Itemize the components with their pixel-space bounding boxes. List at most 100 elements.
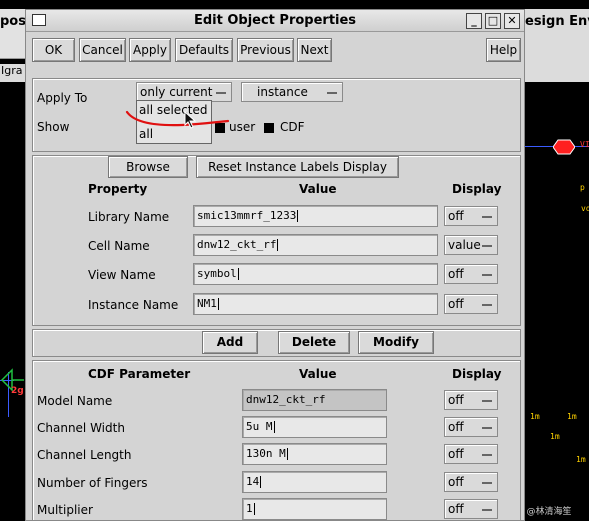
close-button[interactable]: ✕ xyxy=(504,13,520,29)
value-column-header: Value xyxy=(299,182,337,196)
apply-to-object-select[interactable]: instance xyxy=(241,82,343,102)
edit-object-properties-dialog: Edit Object Properties _ □ ✕ OK Cancel A… xyxy=(25,9,525,521)
cell-name-display-select[interactable]: value xyxy=(444,235,498,255)
text-cursor xyxy=(260,476,262,488)
add-property-button[interactable]: Add xyxy=(202,331,258,354)
title-bar[interactable]: Edit Object Properties _ □ ✕ xyxy=(26,10,524,32)
text-cursor xyxy=(253,503,255,515)
multiplier-label: Multiplier xyxy=(37,503,93,517)
modify-property-button[interactable]: Modify xyxy=(358,331,434,354)
number-of-fingers-value: 14 xyxy=(246,475,260,488)
view-name-field[interactable]: symbol xyxy=(193,263,438,285)
channel-width-display-select[interactable]: off xyxy=(444,417,498,437)
dropdown-indicator-icon xyxy=(482,274,492,276)
apply-to-label: Apply To xyxy=(37,91,88,105)
delete-property-button[interactable]: Delete xyxy=(278,331,350,354)
cancel-button[interactable]: Cancel xyxy=(79,38,126,62)
channel-length-label: Channel Length xyxy=(37,448,132,462)
channel-width-value: 5u M xyxy=(246,420,273,433)
library-name-field[interactable]: smic13mmrf_1233 xyxy=(193,205,438,227)
multiplier-field[interactable]: 1 xyxy=(242,498,387,520)
instance-name-field[interactable]: NM1 xyxy=(193,293,438,315)
defaults-button[interactable]: Defaults xyxy=(175,38,233,62)
text-cursor xyxy=(277,239,279,251)
reset-instance-labels-button[interactable]: Reset Instance Labels Display xyxy=(196,156,399,178)
background-label: p xyxy=(580,183,585,192)
instance-name-value: NM1 xyxy=(197,297,217,310)
instance-name-display-select[interactable]: off xyxy=(444,294,498,314)
dropdown-indicator-icon xyxy=(482,454,492,456)
annotation-underline xyxy=(125,110,230,127)
model-name-label: Model Name xyxy=(37,394,113,408)
number-of-fingers-label: Number of Fingers xyxy=(37,476,148,490)
cdf-parameter-column-header: CDF Parameter xyxy=(88,367,191,381)
dropdown-indicator-icon xyxy=(216,92,226,94)
text-cursor xyxy=(217,298,219,310)
text-cursor xyxy=(286,448,288,460)
channel-length-value: 130n M xyxy=(246,447,286,460)
multiplier-display-select[interactable]: off xyxy=(444,499,498,519)
background-label: 2g xyxy=(11,386,24,396)
number-of-fingers-field[interactable]: 14 xyxy=(242,471,387,493)
channel-length-display-select[interactable]: off xyxy=(444,444,498,464)
cdf-value-column-header: Value xyxy=(299,367,337,381)
dropdown-indicator-icon xyxy=(482,427,492,429)
view-name-display-select[interactable]: off xyxy=(444,264,498,284)
minimize-button[interactable]: _ xyxy=(466,13,482,29)
model-name-value: dnw12_ckt_rf xyxy=(246,393,326,406)
model-name-display-value: off xyxy=(448,393,464,407)
text-cursor xyxy=(297,210,299,222)
number-of-fingers-display-select[interactable]: off xyxy=(444,472,498,492)
channel-width-display-value: off xyxy=(448,420,464,434)
ok-button[interactable]: OK xyxy=(32,38,75,62)
library-name-display-value: off xyxy=(448,209,464,223)
channel-length-display-value: off xyxy=(448,447,464,461)
property-actions-frame xyxy=(32,329,521,357)
view-name-display-value: off xyxy=(448,267,464,281)
maximize-button[interactable]: □ xyxy=(485,13,501,29)
cell-name-value: dnw12_ckt_rf xyxy=(197,238,277,251)
channel-width-field[interactable]: 5u M xyxy=(242,416,387,438)
model-name-display-select[interactable]: off xyxy=(444,390,498,410)
cell-name-display-value: value xyxy=(448,238,481,252)
pin-icon xyxy=(553,139,575,155)
channel-length-field[interactable]: 130n M xyxy=(242,443,387,465)
apply-to-scope-value: only current xyxy=(140,85,213,99)
apply-to-scope-select[interactable]: only current xyxy=(136,82,232,102)
property-column-header: Property xyxy=(88,182,148,196)
help-button[interactable]: Help xyxy=(486,38,521,62)
library-name-label: Library Name xyxy=(88,210,170,224)
apply-button[interactable]: Apply xyxy=(129,38,171,62)
model-name-field: dnw12_ckt_rf xyxy=(242,389,387,411)
cdf-checkbox[interactable] xyxy=(264,123,274,133)
browse-button[interactable]: Browse xyxy=(108,156,188,178)
dropdown-indicator-icon xyxy=(482,245,492,247)
background-label: 1m xyxy=(530,412,540,421)
cell-name-field[interactable]: dnw12_ckt_rf xyxy=(193,234,438,256)
cell-name-label: Cell Name xyxy=(88,239,150,253)
background-label: VI xyxy=(580,140,589,149)
multiplier-display-value: off xyxy=(448,502,464,516)
background-label: 1m xyxy=(576,455,586,464)
dropdown-indicator-icon xyxy=(482,304,492,306)
background-toolbar-right xyxy=(522,37,589,82)
library-name-value: smic13mmrf_1233 xyxy=(197,209,297,222)
text-cursor xyxy=(273,421,275,433)
dropdown-indicator-icon xyxy=(482,482,492,484)
mouse-cursor-icon xyxy=(184,111,197,129)
previous-button[interactable]: Previous xyxy=(237,38,294,62)
next-button[interactable]: Next xyxy=(297,38,332,62)
apply-to-object-value: instance xyxy=(257,85,308,99)
cdf-display-column-header: Display xyxy=(452,367,502,381)
view-name-value: symbol xyxy=(197,267,237,280)
background-window-title-right: esign Env xyxy=(525,14,589,29)
show-label: Show xyxy=(37,120,70,134)
dropdown-indicator-icon xyxy=(327,92,337,94)
view-name-label: View Name xyxy=(88,268,156,282)
cdf-checkbox-label: CDF xyxy=(280,120,305,134)
multiplier-value: 1 xyxy=(246,502,253,515)
library-name-display-select[interactable]: off xyxy=(444,206,498,226)
number-of-fingers-display-value: off xyxy=(448,475,464,489)
cdf-parameters-frame xyxy=(32,360,521,520)
dialog-title: Edit Object Properties xyxy=(193,13,357,28)
